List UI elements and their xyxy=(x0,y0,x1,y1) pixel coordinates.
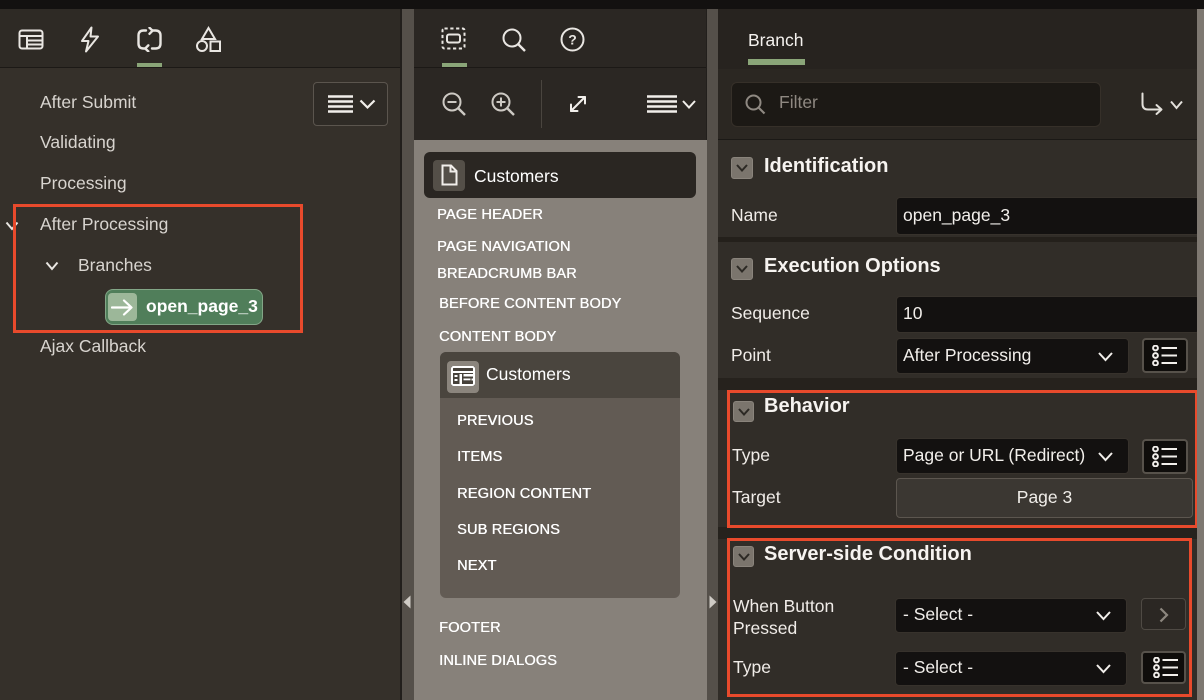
svg-text:?: ? xyxy=(568,32,577,48)
